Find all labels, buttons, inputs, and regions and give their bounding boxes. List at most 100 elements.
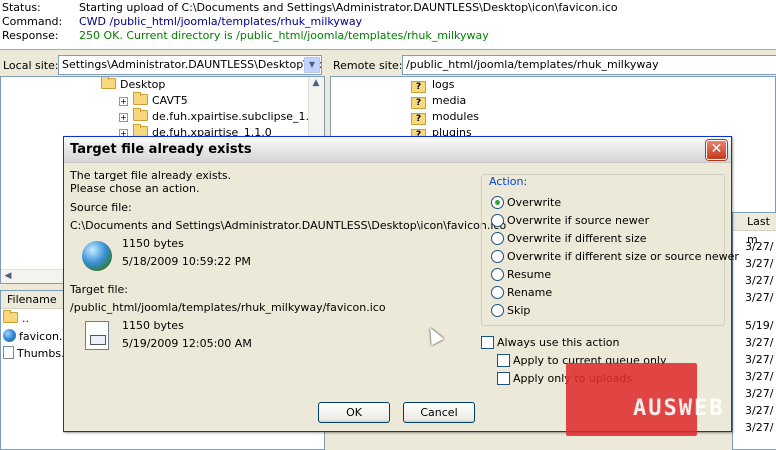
expand-icon[interactable]: + (119, 113, 128, 122)
radio-label: Resume (507, 268, 552, 281)
unknown-folder-icon: ? (411, 81, 426, 93)
date-cell: 3/27/ (745, 257, 774, 270)
unknown-folder-icon: ? (411, 97, 426, 109)
radio-rename[interactable]: Rename (491, 285, 552, 301)
log-text: CWD /public_html/joomla/templates/rhuk_m… (79, 15, 363, 28)
local-site-label: Local site: (3, 59, 59, 72)
source-file-size: 1150 bytes (122, 237, 184, 250)
globe-icon (3, 329, 16, 342)
tree-item-label: Desktop (120, 78, 166, 91)
radio-overwrite-if-different-size[interactable]: Overwrite if different size (491, 231, 647, 247)
log-text: 250 OK. Current directory is /public_htm… (79, 29, 489, 42)
checkbox[interactable] (497, 354, 510, 367)
image-file-icon (3, 346, 14, 359)
close-icon[interactable]: ✕ (706, 140, 727, 160)
target-file-label: Target file: (70, 283, 128, 296)
tree-item-subclipse[interactable]: + de.fuh.xpairtise.subclipse_1.1. (119, 108, 320, 125)
remote-path-combo[interactable]: /public_html/joomla/templates/rhuk_milky… (402, 55, 776, 75)
radio-overwrite-if-newer[interactable]: Overwrite if source newer (491, 213, 649, 229)
target-file-date: 5/19/2009 12:05:00 AM (122, 337, 252, 350)
remote-site-bar: Remote site: /public_html/joomla/templat… (330, 55, 776, 76)
tree-item-label: modules (432, 110, 479, 123)
date-cell: 3/27/ (745, 240, 774, 253)
source-file-path: C:\Documents and Settings\Administrator.… (70, 219, 507, 232)
date-cell: 3/27/ (745, 387, 774, 400)
target-file-path: /public_html/joomla/templates/rhuk_milky… (70, 301, 386, 314)
radio-overwrite-if-size-or-newer[interactable]: Overwrite if different size or source ne… (491, 249, 739, 265)
tree-item-cavt5[interactable]: + CAVT5 (119, 92, 188, 109)
file-icon (85, 321, 109, 350)
tree-item-label: logs (432, 78, 455, 91)
log-label: Response: (2, 29, 59, 42)
date-cell: 3/27/ (745, 336, 774, 349)
local-path-value: Settings\Administrator.DAUNTLESS\Desktop… (62, 58, 322, 71)
radio-button[interactable] (491, 250, 504, 263)
folder-icon (133, 108, 148, 121)
always-use-action-checkbox[interactable]: Always use this action (481, 335, 619, 351)
tree-item-desktop[interactable]: Desktop (101, 77, 165, 93)
radio-label: Rename (507, 286, 553, 299)
date-cell: 3/27/ (745, 404, 774, 417)
local-site-bar: Local site: Settings\Administrator.DAUNT… (0, 55, 325, 76)
radio-label: Overwrite (507, 196, 562, 209)
folder-up-icon (3, 310, 18, 323)
action-group-legend: Action: (487, 175, 530, 188)
log-label: Status: (2, 1, 41, 14)
radio-label: Overwrite if source newer (507, 214, 650, 227)
chevron-down-icon[interactable]: ▼ (304, 57, 320, 73)
radio-label: Overwrite if different size or source ne… (507, 250, 739, 263)
date-cell: 3/27/ (745, 370, 774, 383)
source-file-label: Source file: (70, 201, 132, 214)
radio-button[interactable] (491, 286, 504, 299)
radio-overwrite[interactable]: Overwrite (491, 195, 561, 211)
tree-item-media[interactable]: ? media (411, 93, 466, 109)
tree-item-modules[interactable]: ? modules (411, 109, 479, 125)
folder-icon (101, 77, 116, 89)
checkbox-label: Always use this action (497, 336, 620, 349)
remote-site-label: Remote site: (333, 59, 403, 72)
date-cell: 5/19/ (745, 319, 774, 332)
ok-button[interactable]: OK (318, 402, 390, 423)
unknown-folder-icon: ? (411, 113, 426, 125)
column-header-last-modified[interactable]: Last m (733, 213, 776, 246)
radio-button[interactable] (491, 214, 504, 227)
checkbox[interactable] (481, 336, 494, 349)
radio-button[interactable] (491, 232, 504, 245)
dialog-intro-line2: Please chose an action. (70, 182, 200, 195)
file-name: .. (22, 312, 29, 325)
log-text: Starting upload of C:\Documents and Sett… (79, 1, 618, 14)
date-cell: 3/27/ (745, 291, 774, 304)
date-cell: 3/27/ (745, 421, 774, 434)
radio-button[interactable] (491, 304, 504, 317)
tree-item-label: de.fuh.xpairtise.subclipse_1.1. (152, 110, 320, 123)
scroll-left-icon[interactable]: ◀ (1, 270, 15, 283)
checkbox[interactable] (497, 372, 510, 385)
radio-button[interactable] (491, 196, 504, 209)
log-label: Command: (2, 15, 63, 28)
watermark-logo: AUSWEB (633, 396, 725, 421)
target-file-size: 1150 bytes (122, 319, 184, 332)
tree-item-label: CAVT5 (152, 94, 188, 107)
scroll-up-icon[interactable]: ▲ (309, 77, 323, 90)
date-cell: 3/27/ (745, 353, 774, 366)
dialog-title: Target file already exists (70, 142, 252, 157)
radio-resume[interactable]: Resume (491, 267, 551, 283)
radio-label: Skip (507, 304, 531, 317)
message-log: Status: Starting upload of C:\Documents … (0, 0, 776, 50)
cancel-button[interactable]: Cancel (403, 402, 475, 423)
tree-item-logs[interactable]: ? logs (411, 77, 455, 93)
globe-icon (82, 241, 112, 271)
radio-button[interactable] (491, 268, 504, 281)
dialog-titlebar[interactable]: Target file already exists ✕ (64, 137, 731, 163)
radio-skip[interactable]: Skip (491, 303, 530, 319)
date-cell: 3/27/ (745, 274, 774, 287)
list-item[interactable]: .. (3, 310, 29, 327)
folder-icon (133, 92, 148, 105)
local-path-combo[interactable]: Settings\Administrator.DAUNTLESS\Desktop… (58, 55, 322, 75)
radio-label: Overwrite if different size (507, 232, 647, 245)
remote-path-value: /public_html/joomla/templates/rhuk_milky… (406, 58, 659, 71)
tree-item-label: media (432, 94, 467, 107)
expand-icon[interactable]: + (119, 97, 128, 106)
source-file-date: 5/18/2009 10:59:22 PM (122, 255, 251, 268)
dialog-intro-line1: The target file already exists. (70, 169, 232, 182)
